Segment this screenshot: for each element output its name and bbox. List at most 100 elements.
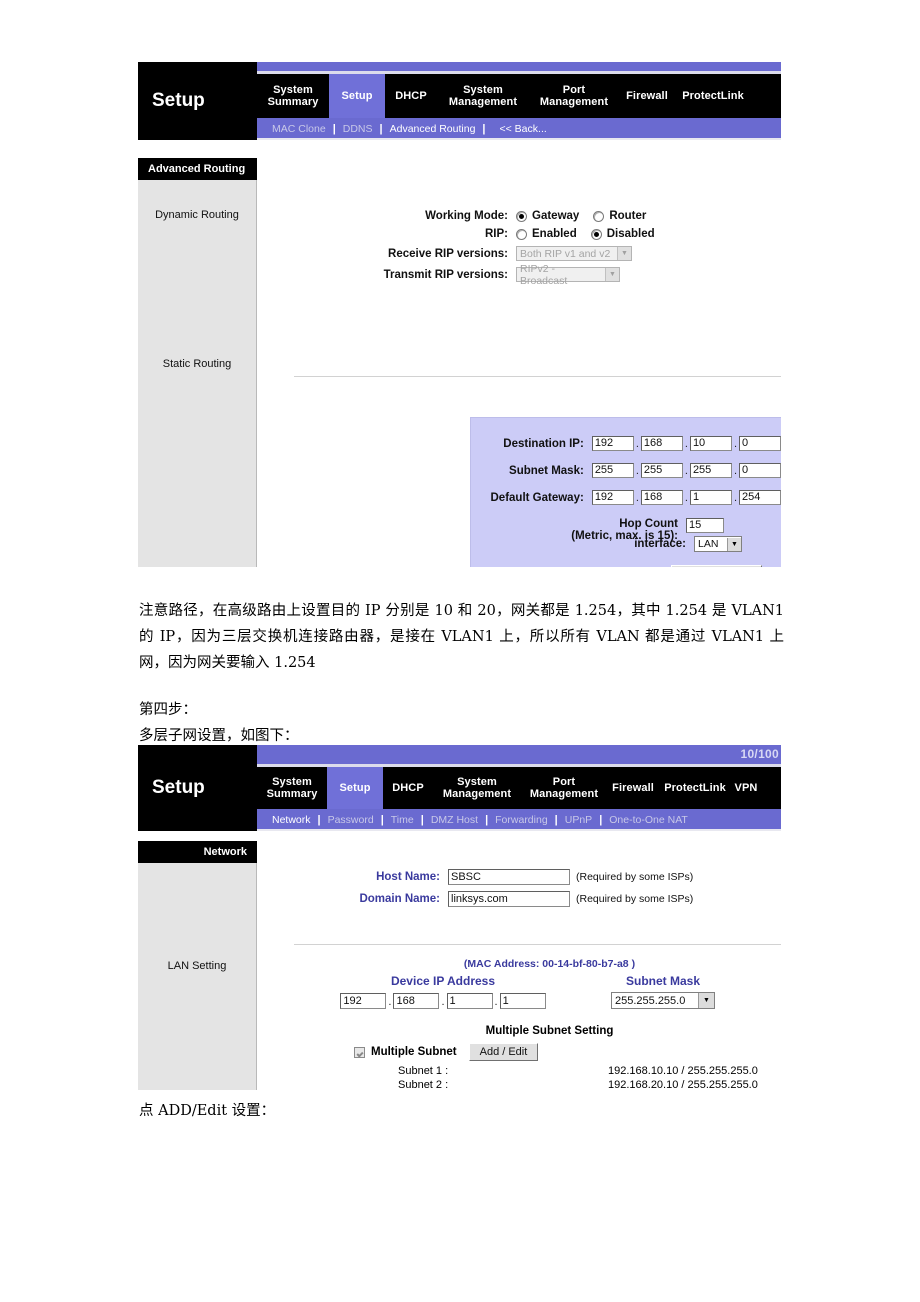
ip-fields-row: . . . 255.255.255.0 ▼ (258, 992, 781, 1009)
default-gateway-octet-3[interactable] (689, 490, 732, 505)
multiple-subnet-checkbox[interactable] (354, 1046, 365, 1058)
tab-dhcp[interactable]: DHCP (383, 767, 433, 809)
ip-dot: . (494, 995, 498, 1008)
rip-row: RIP: Enabled Disabled (258, 228, 778, 240)
tab-protectlink[interactable]: ProtectLink (659, 767, 731, 809)
main-tab-bar: System Summary Setup DHCP System Managem… (257, 74, 781, 118)
subnet-mask-row: Subnet Mask: . . . (471, 463, 781, 478)
device-ip-address-header: Device IP Address (390, 974, 496, 988)
destination-ip-label: Destination IP: (503, 437, 584, 450)
section-title: Advanced Routing (148, 163, 246, 175)
tab-protectlink[interactable]: ProtectLink (675, 74, 751, 118)
speed-badge: 10/100 (740, 747, 779, 761)
subtab-advanced-routing[interactable]: Advanced Routing (383, 123, 483, 135)
default-gateway-octet-4[interactable] (739, 490, 781, 505)
ip-dot: . (635, 492, 639, 504)
subtab-network[interactable]: Network (265, 814, 318, 826)
host-name-input[interactable] (448, 869, 570, 885)
default-gateway-octet-2[interactable] (640, 490, 683, 505)
destination-ip-octet-3[interactable] (689, 436, 732, 451)
default-gateway-octet-1[interactable] (591, 490, 634, 505)
radio-router[interactable] (593, 210, 605, 222)
tab-vpn[interactable]: VPN (731, 767, 761, 809)
brand-label: Setup (152, 90, 205, 111)
tab-port-management[interactable]: Port Management (521, 767, 607, 809)
device-ip-octet-1[interactable] (340, 992, 387, 1009)
tab-setup[interactable]: Setup (327, 767, 383, 809)
interface-value: LAN (698, 538, 719, 550)
brand-title-setup: Setup (138, 62, 257, 140)
subtab-upnp[interactable]: UPnP (558, 814, 599, 826)
ip-dot: . (684, 465, 688, 477)
add-edit-button[interactable]: Add / Edit (468, 1043, 539, 1061)
subnet-mask-octet-4[interactable] (739, 463, 781, 478)
host-name-label: Host Name: (376, 871, 440, 883)
interface-select[interactable]: LAN ▼ (694, 536, 742, 552)
step-label: 第四步： (139, 702, 197, 718)
device-ip-octet-2[interactable] (393, 992, 440, 1009)
tab-port-management[interactable]: Port Management (529, 74, 619, 118)
destination-ip-octet-1[interactable] (591, 436, 634, 451)
static-routing-panel: Destination IP: . . . Subnet Mask: . (470, 417, 781, 567)
subtab-ddns[interactable]: DDNS (336, 123, 380, 135)
subtab-forwarding[interactable]: Forwarding (488, 814, 555, 826)
radio-router-label: Router (609, 210, 647, 222)
tab-firewall[interactable]: Firewall (607, 767, 659, 809)
destination-ip-octet-4[interactable] (739, 436, 781, 451)
subnet-mask-octet-2[interactable] (640, 463, 683, 478)
host-settings-form: Host Name: (Required by some ISPs) Domai… (258, 869, 781, 913)
transmit-rip-select[interactable]: RIPv2 - Broadcast ▼ (516, 263, 620, 287)
subnet-mask-select[interactable]: 255.255.255.0 ▼ (611, 992, 715, 1009)
content-pane: Host Name: (Required by some ISPs) Domai… (258, 833, 781, 1090)
radio-rip-disabled-label: Disabled (606, 228, 655, 240)
radio-rip-enabled[interactable] (516, 228, 527, 240)
content-pane: Working Mode: Gateway Router RIP: Enable… (258, 142, 781, 567)
note-paragraph: 注意路径，在高级路由上设置目的 IP 分别是 10 和 20，网关都是 1.25… (139, 603, 784, 671)
subnet-mask-octet-1[interactable] (591, 463, 634, 478)
radio-rip-disabled[interactable] (590, 228, 602, 240)
tab-system-summary[interactable]: System Summary (257, 767, 327, 809)
radio-gateway[interactable] (516, 210, 527, 222)
subtab-dmz-host[interactable]: DMZ Host (424, 814, 485, 826)
top-band (257, 62, 781, 74)
device-ip-octet-4[interactable] (499, 992, 546, 1009)
tab-firewall[interactable]: Firewall (619, 74, 675, 118)
section-title: Network (203, 846, 247, 858)
chevron-down-icon: ▼ (698, 993, 714, 1008)
interface-label: interface: (634, 538, 686, 550)
brand-label: Setup (152, 777, 205, 798)
left-rail: LAN Setting (138, 863, 257, 1090)
rail-item-static-routing[interactable]: Static Routing (138, 358, 256, 370)
subtab-password[interactable]: Password (321, 814, 381, 826)
mac-address-note: (MAC Address: 00-14-bf-80-b7-a8 ) (463, 958, 636, 970)
tab-dhcp[interactable]: DHCP (385, 74, 437, 118)
subtab-time[interactable]: Time (384, 814, 421, 826)
tab-system-management[interactable]: System Management (433, 767, 521, 809)
hop-count-input[interactable] (686, 518, 724, 533)
multiple-subnet-checkbox-label: Multiple Subnet (371, 1046, 457, 1058)
tab-system-management[interactable]: System Management (437, 74, 529, 118)
rail-item-dynamic-routing[interactable]: Dynamic Routing (138, 209, 256, 221)
tab-system-summary[interactable]: System Summary (257, 74, 329, 118)
rail-item-lan-setting[interactable]: LAN Setting (138, 960, 256, 972)
receive-rip-select[interactable]: Both RIP v1 and v2 ▼ (516, 246, 632, 261)
router-admin-screenshot-network: 10/100 Setup System Summary Setup DHCP S… (138, 745, 781, 1090)
main-tab-bar: System Summary Setup DHCP System Managem… (257, 767, 781, 809)
subtab-one-to-one-nat[interactable]: One-to-One NAT (602, 814, 695, 826)
ip-dot: . (733, 438, 737, 450)
subnet-mask-octet-3[interactable] (689, 463, 732, 478)
device-ip-octet-3[interactable] (446, 992, 493, 1009)
chevron-down-icon: ▼ (605, 268, 619, 281)
tab-setup[interactable]: Setup (329, 74, 385, 118)
domain-name-label: Domain Name: (359, 893, 440, 905)
radio-gateway-label: Gateway (532, 210, 580, 222)
domain-name-input[interactable] (448, 891, 570, 907)
destination-ip-octet-2[interactable] (640, 436, 683, 451)
subtab-back[interactable]: << Back... (486, 123, 554, 135)
divider (294, 376, 781, 377)
section-title-bar: Advanced Routing (138, 158, 257, 180)
sub-bar-sheen (257, 829, 781, 831)
subtab-mac-clone[interactable]: MAC Clone (265, 123, 333, 135)
ip-dot: . (733, 492, 737, 504)
update-this-ip-button[interactable]: Update this IP (671, 565, 763, 567)
